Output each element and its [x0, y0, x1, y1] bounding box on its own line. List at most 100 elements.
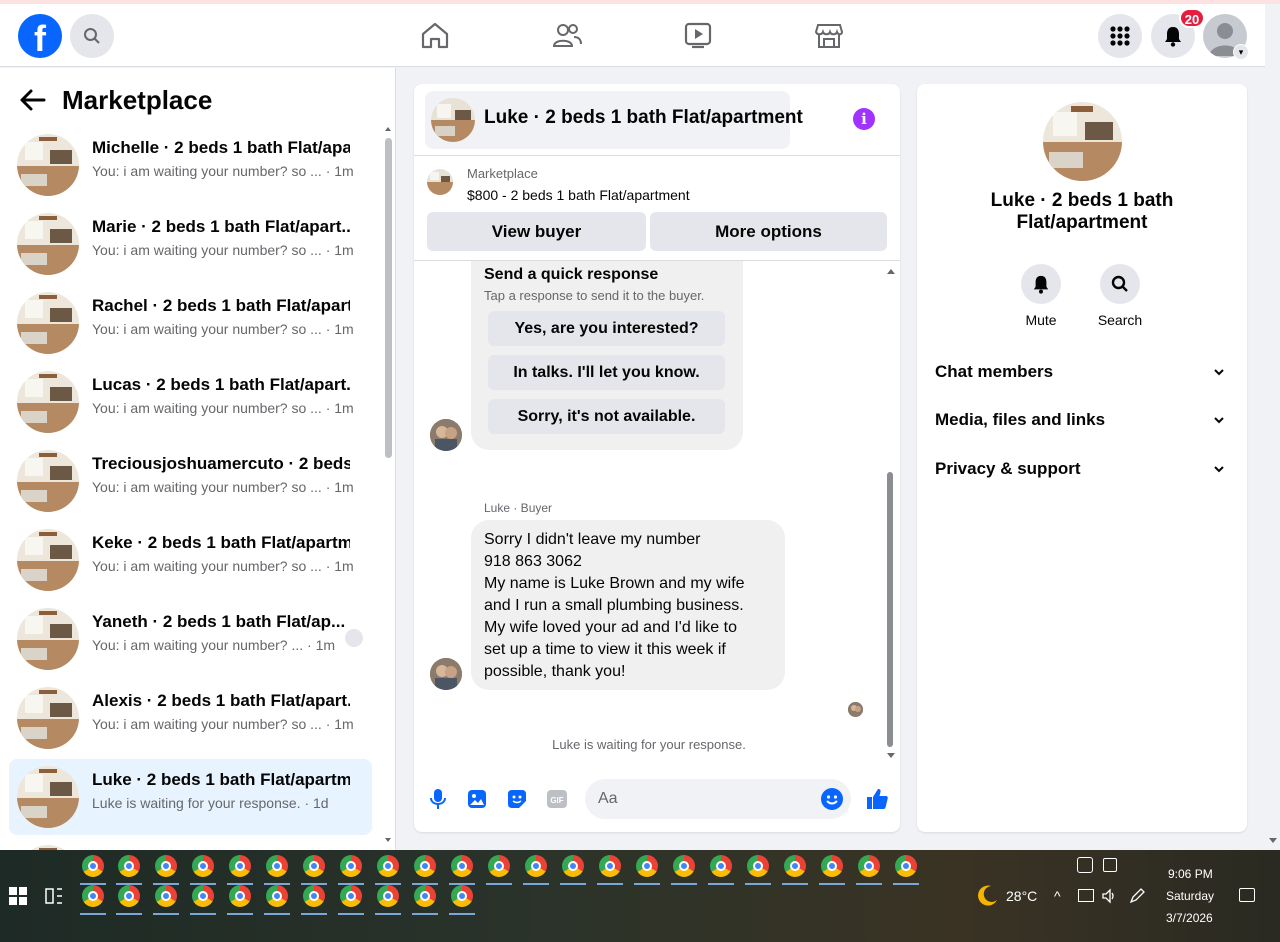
back-arrow-icon[interactable] [18, 88, 48, 112]
chrome-icon[interactable] [303, 855, 325, 877]
quick-response-interested[interactable]: Yes, are you interested? [488, 311, 725, 346]
facebook-logo[interactable]: f [18, 14, 62, 58]
chrome-icon[interactable] [747, 855, 769, 877]
clock-day[interactable]: Saturday [1166, 889, 1214, 903]
listing-price[interactable]: $800 - 2 beds 1 bath Flat/apartment [467, 187, 690, 203]
windows-start-icon[interactable] [9, 887, 27, 905]
chrome-icon[interactable] [525, 855, 547, 877]
chrome-icon[interactable] [266, 855, 288, 877]
video-icon[interactable] [683, 20, 713, 50]
friends-icon[interactable] [552, 20, 582, 50]
chrome-icon[interactable] [303, 885, 325, 907]
info-icon[interactable]: i [853, 108, 875, 130]
conversation-item[interactable]: Luke · 2 beds 1 bath Flat/apartm... Luke … [9, 759, 372, 835]
thumbs-up-icon[interactable] [864, 787, 890, 811]
chrome-icon[interactable] [451, 885, 473, 907]
privacy-support-section[interactable]: Privacy & support [935, 459, 1229, 479]
weather-temperature[interactable]: 28°C [1006, 888, 1037, 904]
pen-icon[interactable] [1129, 888, 1145, 904]
clock-time[interactable]: 9:06 PM [1168, 867, 1213, 881]
chrome-icon[interactable] [451, 855, 473, 877]
mute-action[interactable]: Mute [1011, 264, 1071, 328]
emoji-icon[interactable] [821, 788, 843, 810]
cloud-sync-icon[interactable] [1077, 857, 1093, 873]
chrome-icon[interactable] [118, 885, 140, 907]
network-icon[interactable] [1078, 889, 1094, 902]
conversation-item[interactable]: Lucas · 2 beds 1 bath Flat/apart... You: … [9, 364, 372, 440]
conversation-snippet: You: i am waiting your number? so ... · … [92, 242, 354, 258]
chrome-icon[interactable] [155, 855, 177, 877]
clock-date[interactable]: 3/7/2026 [1166, 911, 1213, 925]
chrome-icon[interactable] [377, 885, 399, 907]
conversation-item[interactable] [9, 838, 372, 850]
chrome-icon[interactable] [562, 855, 584, 877]
chrome-icon[interactable] [673, 855, 695, 877]
media-files-links-section[interactable]: Media, files and links [935, 410, 1229, 430]
chrome-icon[interactable] [414, 855, 436, 877]
chat-scroll-thumb[interactable] [887, 472, 893, 747]
weather-moon-icon[interactable] [975, 884, 999, 908]
chrome-icon[interactable] [636, 855, 658, 877]
volume-icon[interactable] [1101, 888, 1117, 904]
message-bubble[interactable]: Sorry I didn't leave my number 918 863 30… [471, 520, 785, 690]
taskbar-running-indicator [338, 913, 364, 915]
conversation-item[interactable]: Treciousjoshuamercuto · 2 beds ... You: i… [9, 443, 372, 519]
menu-button[interactable] [1098, 14, 1142, 58]
search-action[interactable]: Search [1090, 264, 1150, 328]
task-view-icon[interactable] [45, 887, 63, 905]
chrome-icon[interactable] [414, 885, 436, 907]
conversation-item[interactable]: Alexis · 2 beds 1 bath Flat/apart... You:… [9, 680, 372, 756]
search-button[interactable] [70, 14, 114, 58]
chrome-icon[interactable] [488, 855, 510, 877]
photo-icon[interactable] [465, 787, 489, 811]
chrome-icon[interactable] [229, 855, 251, 877]
sidebar-scroll-thumb[interactable] [385, 138, 392, 458]
file-explorer-icon[interactable] [118, 855, 140, 877]
chrome-icon[interactable] [82, 885, 104, 907]
home-icon[interactable] [420, 20, 450, 50]
chrome-icon[interactable] [599, 855, 621, 877]
chat-members-section[interactable]: Chat members [935, 362, 1229, 382]
chrome-icon[interactable] [340, 855, 362, 877]
windows-taskbar: 28°C ^ 9:06 PM Saturday 3/7/2026 [0, 850, 1280, 942]
copilot-icon[interactable] [82, 855, 104, 877]
conversation-item[interactable]: Keke · 2 beds 1 bath Flat/apartm... You: … [9, 522, 372, 598]
quick-response-not-available[interactable]: Sorry, it's not available. [488, 399, 725, 434]
buyer-avatar[interactable] [430, 419, 462, 451]
chrome-icon[interactable] [377, 855, 399, 877]
meet-icon[interactable] [1103, 858, 1117, 872]
sticker-icon[interactable] [505, 787, 529, 811]
message-input[interactable]: Aa [585, 779, 851, 819]
chrome-icon[interactable] [858, 855, 880, 877]
show-hidden-icons[interactable]: ^ [1054, 888, 1061, 904]
page-scrollbar-arrow-icon[interactable] [1267, 834, 1279, 846]
chrome-icon[interactable] [229, 885, 251, 907]
chat-header[interactable]: Luke · 2 beds 1 bath Flat/apartment [425, 91, 803, 149]
chrome-icon[interactable] [192, 885, 214, 907]
chrome-icon[interactable] [340, 885, 362, 907]
quick-response-in-talks[interactable]: In talks. I'll let you know. [488, 355, 725, 390]
chrome-icon[interactable] [784, 855, 806, 877]
buyer-avatar[interactable] [430, 658, 462, 690]
chevron-down-icon [1214, 369, 1224, 376]
marketplace-icon[interactable] [814, 20, 844, 50]
chrome-icon[interactable] [895, 855, 917, 877]
account-chevron-icon[interactable]: ▾ [1233, 44, 1249, 60]
chrome-icon[interactable] [155, 885, 177, 907]
chrome-icon[interactable] [821, 855, 843, 877]
chrome-icon[interactable] [192, 855, 214, 877]
chat-panel: Luke · 2 beds 1 bath Flat/apartment i Ma… [414, 84, 900, 832]
conversation-item[interactable]: Rachel · 2 beds 1 bath Flat/apart... You:… [9, 285, 372, 361]
microphone-icon[interactable] [426, 787, 450, 811]
chrome-icon[interactable] [710, 855, 732, 877]
more-options-button[interactable]: More options [650, 212, 887, 251]
view-buyer-button[interactable]: View buyer [427, 212, 646, 251]
notification-center-icon[interactable] [1239, 888, 1255, 902]
conversation-item[interactable]: Yaneth · 2 beds 1 bath Flat/ap... You: i … [9, 601, 372, 677]
conversation-item[interactable]: Michelle · 2 beds 1 bath Flat/apa... You:… [9, 127, 372, 203]
top-nav: f 20 ▾ [0, 4, 1265, 67]
gif-icon[interactable]: GIF [545, 787, 569, 811]
chrome-icon[interactable] [266, 885, 288, 907]
conversation-item[interactable]: Marie · 2 beds 1 bath Flat/apart... You: … [9, 206, 372, 282]
taskbar-running-indicator [375, 913, 401, 915]
